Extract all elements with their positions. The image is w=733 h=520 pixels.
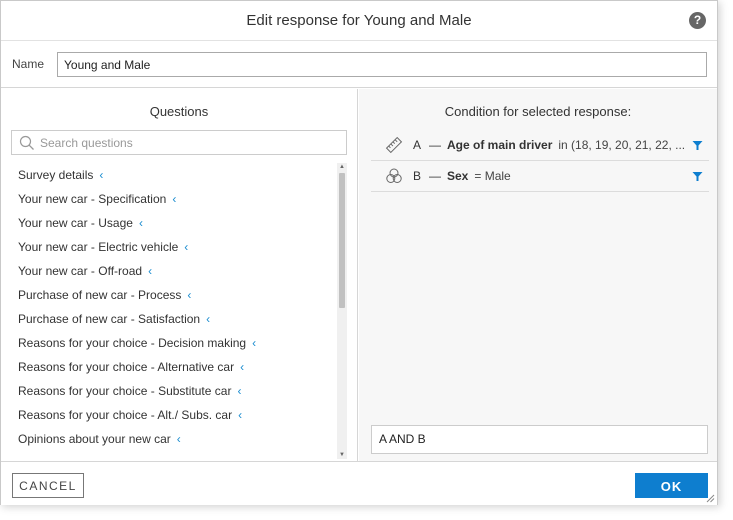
title-bar: Edit response for Young and Male ? bbox=[1, 1, 717, 41]
chevron-left-icon[interactable]: ‹ bbox=[148, 259, 152, 283]
name-row: Name bbox=[1, 42, 717, 88]
dialog-footer: CANCEL OK bbox=[1, 461, 717, 505]
search-icon bbox=[19, 135, 34, 150]
question-group-label: Your new car - Electric vehicle bbox=[18, 240, 179, 254]
chevron-left-icon[interactable]: ‹ bbox=[252, 331, 256, 355]
chevron-left-icon[interactable]: ‹ bbox=[172, 187, 176, 211]
question-group-item[interactable]: Purchase of new car - Satisfaction ‹ bbox=[11, 307, 337, 331]
question-group-label: Your new car - Off-road bbox=[18, 264, 143, 278]
filter-icon[interactable] bbox=[692, 140, 703, 151]
question-group-item[interactable]: Your new car - Specification ‹ bbox=[11, 187, 337, 211]
scroll-down-arrow-icon[interactable]: ▼ bbox=[337, 451, 347, 459]
question-group-label: Your new car - Usage bbox=[18, 216, 133, 230]
condition-expression-input[interactable]: A AND B bbox=[371, 425, 708, 454]
question-list-scrollbar[interactable]: ▲ ▼ bbox=[337, 163, 347, 459]
filter-icon[interactable] bbox=[692, 171, 703, 182]
questions-heading: Questions bbox=[149, 104, 209, 119]
question-group-item[interactable]: Reasons for your choice - Substitute car… bbox=[11, 379, 337, 403]
venn-icon bbox=[386, 168, 402, 183]
question-group-item[interactable]: Reasons for your choice - Alternative ca… bbox=[11, 355, 337, 379]
question-group-label: Survey details bbox=[18, 168, 94, 182]
condition-pane: Condition for selected response: A — Age… bbox=[359, 89, 717, 461]
scroll-up-arrow-icon[interactable]: ▲ bbox=[337, 163, 347, 171]
condition-dash: — bbox=[429, 138, 441, 152]
help-icon[interactable]: ? bbox=[689, 12, 706, 29]
condition-dash: — bbox=[429, 169, 441, 183]
question-group-item[interactable]: Purchase of new car - Process ‹ bbox=[11, 283, 337, 307]
resize-grip-icon[interactable] bbox=[705, 493, 715, 503]
condition-value: = Male bbox=[474, 169, 511, 183]
search-box[interactable] bbox=[11, 130, 347, 155]
condition-letter: B bbox=[413, 169, 422, 183]
question-group-item[interactable]: Opinions about your new car ‹ bbox=[11, 427, 337, 451]
scroll-thumb[interactable] bbox=[339, 173, 345, 308]
question-group-label: Reasons for your choice - Alt./ Subs. ca… bbox=[18, 408, 233, 422]
chevron-left-icon[interactable]: ‹ bbox=[99, 163, 103, 187]
condition-question: Sex bbox=[447, 169, 469, 183]
question-group-label: Opinions about your new car bbox=[18, 432, 171, 446]
question-group-label: Reasons for your choice - Substitute car bbox=[18, 384, 232, 398]
dialog-title: Edit response for Young and Male bbox=[246, 12, 472, 29]
question-group-item[interactable]: Reasons for your choice - Decision makin… bbox=[11, 331, 337, 355]
name-label: Name bbox=[12, 57, 45, 71]
condition-row-b[interactable]: B — Sex = Male bbox=[371, 161, 709, 192]
chevron-left-icon[interactable]: ‹ bbox=[238, 403, 242, 427]
chevron-left-icon[interactable]: ‹ bbox=[206, 307, 210, 331]
question-group-item[interactable]: Your new car - Usage ‹ bbox=[11, 211, 337, 235]
condition-value: in (18, 19, 20, 21, 22, ... bbox=[558, 138, 686, 152]
question-group-item[interactable]: Survey details ‹ bbox=[11, 163, 337, 187]
cancel-button[interactable]: CANCEL bbox=[12, 473, 84, 498]
search-input[interactable] bbox=[38, 133, 338, 152]
question-group-item[interactable]: Your new car - Electric vehicle ‹ bbox=[11, 235, 337, 259]
condition-heading: Condition for selected response: bbox=[444, 104, 632, 119]
question-group-label: Reasons for your choice - Alternative ca… bbox=[18, 360, 235, 374]
name-input[interactable] bbox=[57, 52, 707, 77]
chevron-left-icon[interactable]: ‹ bbox=[240, 355, 244, 379]
condition-letter: A bbox=[413, 138, 422, 152]
question-group-label: Your new car - Specification bbox=[18, 192, 167, 206]
ruler-icon bbox=[385, 136, 403, 154]
chevron-left-icon[interactable]: ‹ bbox=[187, 283, 191, 307]
question-group-label: Reasons for your choice - Decision makin… bbox=[18, 336, 247, 350]
ok-button[interactable]: OK bbox=[635, 473, 708, 498]
question-list: Survey details ‹ Your new car - Specificat… bbox=[11, 163, 337, 459]
questions-pane: Questions Survey details‹Your new car - … bbox=[1, 89, 358, 461]
question-group-item[interactable]: Your new car - Off-road ‹ bbox=[11, 259, 337, 283]
chevron-left-icon[interactable]: ‹ bbox=[237, 379, 241, 403]
chevron-left-icon[interactable]: ‹ bbox=[139, 211, 143, 235]
question-group-label: Purchase of new car - Process bbox=[18, 288, 182, 302]
condition-question: Age of main driver bbox=[447, 138, 553, 152]
condition-row-a[interactable]: A — Age of main driver in (18, 19, 20, 2… bbox=[371, 130, 709, 161]
question-group-label: Purchase of new car - Satisfaction bbox=[18, 312, 201, 326]
chevron-left-icon[interactable]: ‹ bbox=[177, 427, 181, 451]
chevron-left-icon[interactable]: ‹ bbox=[184, 235, 188, 259]
edit-response-dialog: Edit response for Young and Male ? Name … bbox=[0, 0, 718, 505]
question-group-item[interactable]: Reasons for your choice - Alt./ Subs. ca… bbox=[11, 403, 337, 427]
